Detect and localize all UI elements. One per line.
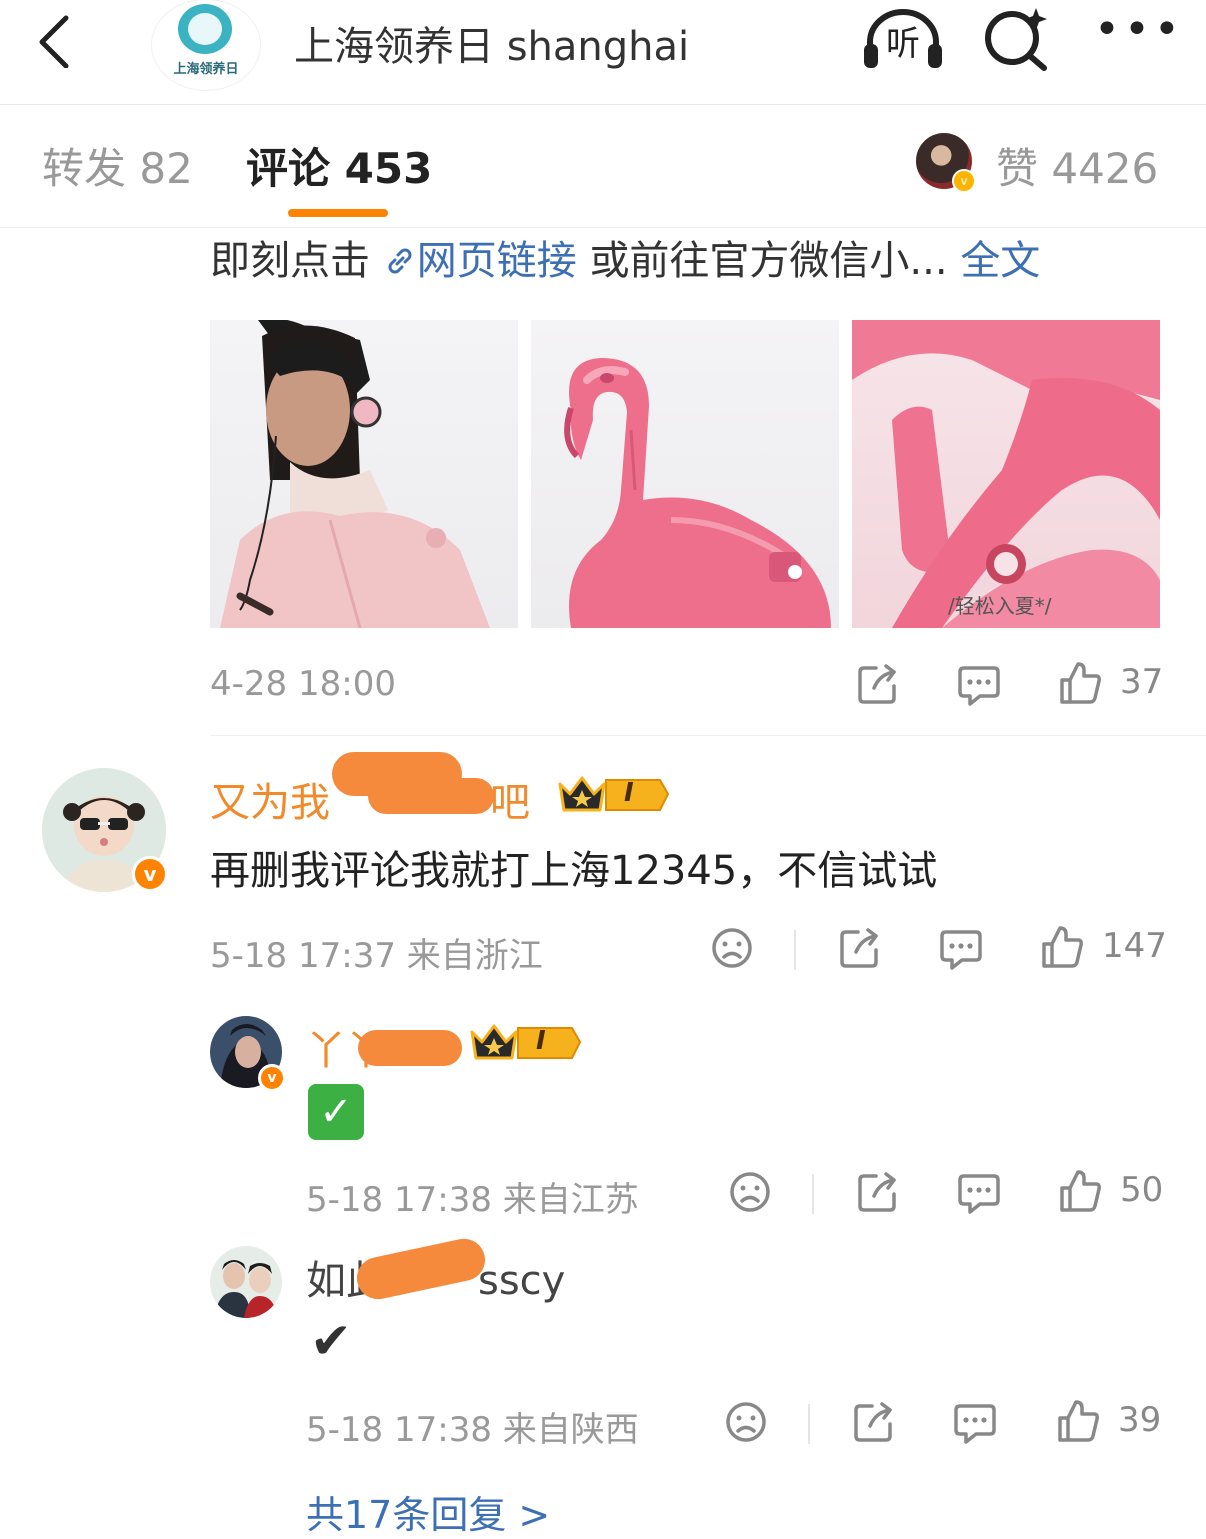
reply-text: ✔ xyxy=(310,1312,352,1370)
like-count: 147 xyxy=(1102,926,1167,966)
tab-like[interactable]: 赞 4426 xyxy=(996,135,1158,196)
comment-icon xyxy=(958,1174,1000,1214)
verified-badge-icon: v xyxy=(132,856,168,892)
link-icon xyxy=(388,248,412,274)
reply-button[interactable] xyxy=(938,926,984,978)
web-link-label: 网页链接 xyxy=(416,238,577,284)
search-button[interactable] xyxy=(982,6,1050,72)
reply-button[interactable] xyxy=(952,1400,998,1452)
redaction-mark xyxy=(358,1030,462,1066)
account-logo[interactable]: 上海领养日 xyxy=(152,0,260,90)
thumbs-up-icon xyxy=(1060,662,1101,704)
share-button[interactable] xyxy=(838,926,882,978)
share-button[interactable] xyxy=(852,1400,896,1452)
post-text-end: 或前往官方微信小... xyxy=(589,238,948,284)
full-text-link[interactable]: 全文 xyxy=(960,238,1040,284)
share-icon xyxy=(854,1402,892,1442)
post-image-2[interactable] xyxy=(531,320,839,628)
sad-face-icon xyxy=(730,1172,770,1212)
tab-comment[interactable]: 评论 453 xyxy=(246,135,432,196)
reply-button[interactable] xyxy=(956,1170,1002,1222)
post-image-1[interactable] xyxy=(210,320,518,628)
divider xyxy=(210,735,1206,736)
web-link[interactable]: 网页链接 xyxy=(383,238,590,284)
member-level-badge[interactable]: I xyxy=(468,1022,584,1068)
model-photo xyxy=(220,320,490,628)
action-separator xyxy=(812,1174,814,1214)
commenter-name-end: 吧 xyxy=(490,780,530,826)
like-button[interactable]: 50 xyxy=(1058,1168,1168,1220)
back-button[interactable] xyxy=(30,8,86,69)
dislike-button[interactable] xyxy=(724,1400,768,1452)
like-count: 50 xyxy=(1120,1170,1164,1210)
liker-avatar[interactable]: v xyxy=(916,133,976,193)
image-caption: /轻松入夏*/ xyxy=(948,594,1052,618)
listen-button[interactable]: 听 xyxy=(862,8,944,70)
more-menu-button[interactable]: ••• xyxy=(1094,8,1180,56)
like-button[interactable]: 39 xyxy=(1056,1398,1166,1450)
reply-meta: 5-18 17:38 来自陕西 xyxy=(306,1410,639,1450)
comment-meta: 5-18 17:37 来自浙江 xyxy=(210,936,543,976)
listen-label: 听 xyxy=(886,24,920,64)
crown-badge-icon xyxy=(558,776,670,812)
post-image-3[interactable]: /轻松入夏*/ xyxy=(852,320,1160,628)
check-mark-emoji: ✅✓ xyxy=(308,1084,364,1140)
tab-bar: 转发 82 评论 453 v 赞 4426 xyxy=(0,105,1206,228)
replier-avatar[interactable] xyxy=(210,1246,282,1318)
logo-text: 上海领养日 xyxy=(173,62,239,77)
commenter-name-start: 又为我 xyxy=(210,780,330,826)
share-button[interactable] xyxy=(856,1170,900,1222)
chevron-left-icon xyxy=(39,15,69,69)
comment-icon xyxy=(958,666,1000,706)
flamingo-photo xyxy=(564,358,831,628)
member-level-badge[interactable]: I xyxy=(556,774,672,820)
page-title: 上海领养日 shanghai xyxy=(294,24,690,70)
tab-repost[interactable]: 转发 82 xyxy=(42,135,193,196)
dislike-button[interactable] xyxy=(728,1170,772,1222)
action-separator xyxy=(794,930,796,970)
comment-icon xyxy=(940,930,982,970)
top-bar: 上海领养日 上海领养日 shanghai 听 ••• xyxy=(0,0,1206,105)
thumbs-up-icon xyxy=(1042,926,1083,968)
like-count: 39 xyxy=(1118,1400,1162,1440)
crown-badge-icon xyxy=(470,1024,582,1060)
post-text-start: 即刻点击 xyxy=(210,238,370,284)
like-button[interactable]: 147 xyxy=(1040,924,1170,976)
member-level: I xyxy=(536,1026,546,1056)
like-count: 37 xyxy=(1120,662,1164,702)
like-button[interactable]: 37 xyxy=(1058,660,1168,712)
couple-photo-avatar xyxy=(210,1246,282,1318)
reply-meta: 5-18 17:38 来自江苏 xyxy=(306,1180,639,1220)
share-icon xyxy=(858,664,896,704)
thumbs-up-icon xyxy=(1058,1400,1099,1442)
verified-badge-icon: v xyxy=(258,1064,286,1092)
sad-face-icon xyxy=(726,1402,766,1442)
member-level: I xyxy=(624,778,634,808)
thumbs-up-icon xyxy=(1060,1170,1101,1212)
comment-icon xyxy=(954,1404,996,1444)
post-text: 即刻点击 网页链接 或前往官方微信小... 全文 xyxy=(210,228,1040,286)
search-sparkle-icon xyxy=(985,8,1047,71)
redaction-mark xyxy=(368,778,494,814)
logo-emblem-icon xyxy=(178,4,232,54)
view-more-replies-link[interactable]: 共17条回复 > xyxy=(306,1484,550,1539)
action-separator xyxy=(808,1404,810,1444)
post-timestamp: 4-28 18:00 xyxy=(210,664,396,704)
share-icon xyxy=(858,1172,896,1212)
share-icon xyxy=(840,928,878,968)
active-tab-indicator xyxy=(288,209,388,217)
verified-badge-icon: v xyxy=(952,169,976,193)
comment-button[interactable] xyxy=(956,662,1002,714)
sad-face-icon xyxy=(712,928,752,968)
flamingo-closeup-photo xyxy=(852,320,1160,628)
replier-name-end: sscy xyxy=(478,1258,566,1304)
dislike-button[interactable] xyxy=(710,926,754,978)
comment-text: 再删我评论我就打上海12345，不信试试 xyxy=(210,848,938,894)
share-button[interactable] xyxy=(856,662,900,714)
